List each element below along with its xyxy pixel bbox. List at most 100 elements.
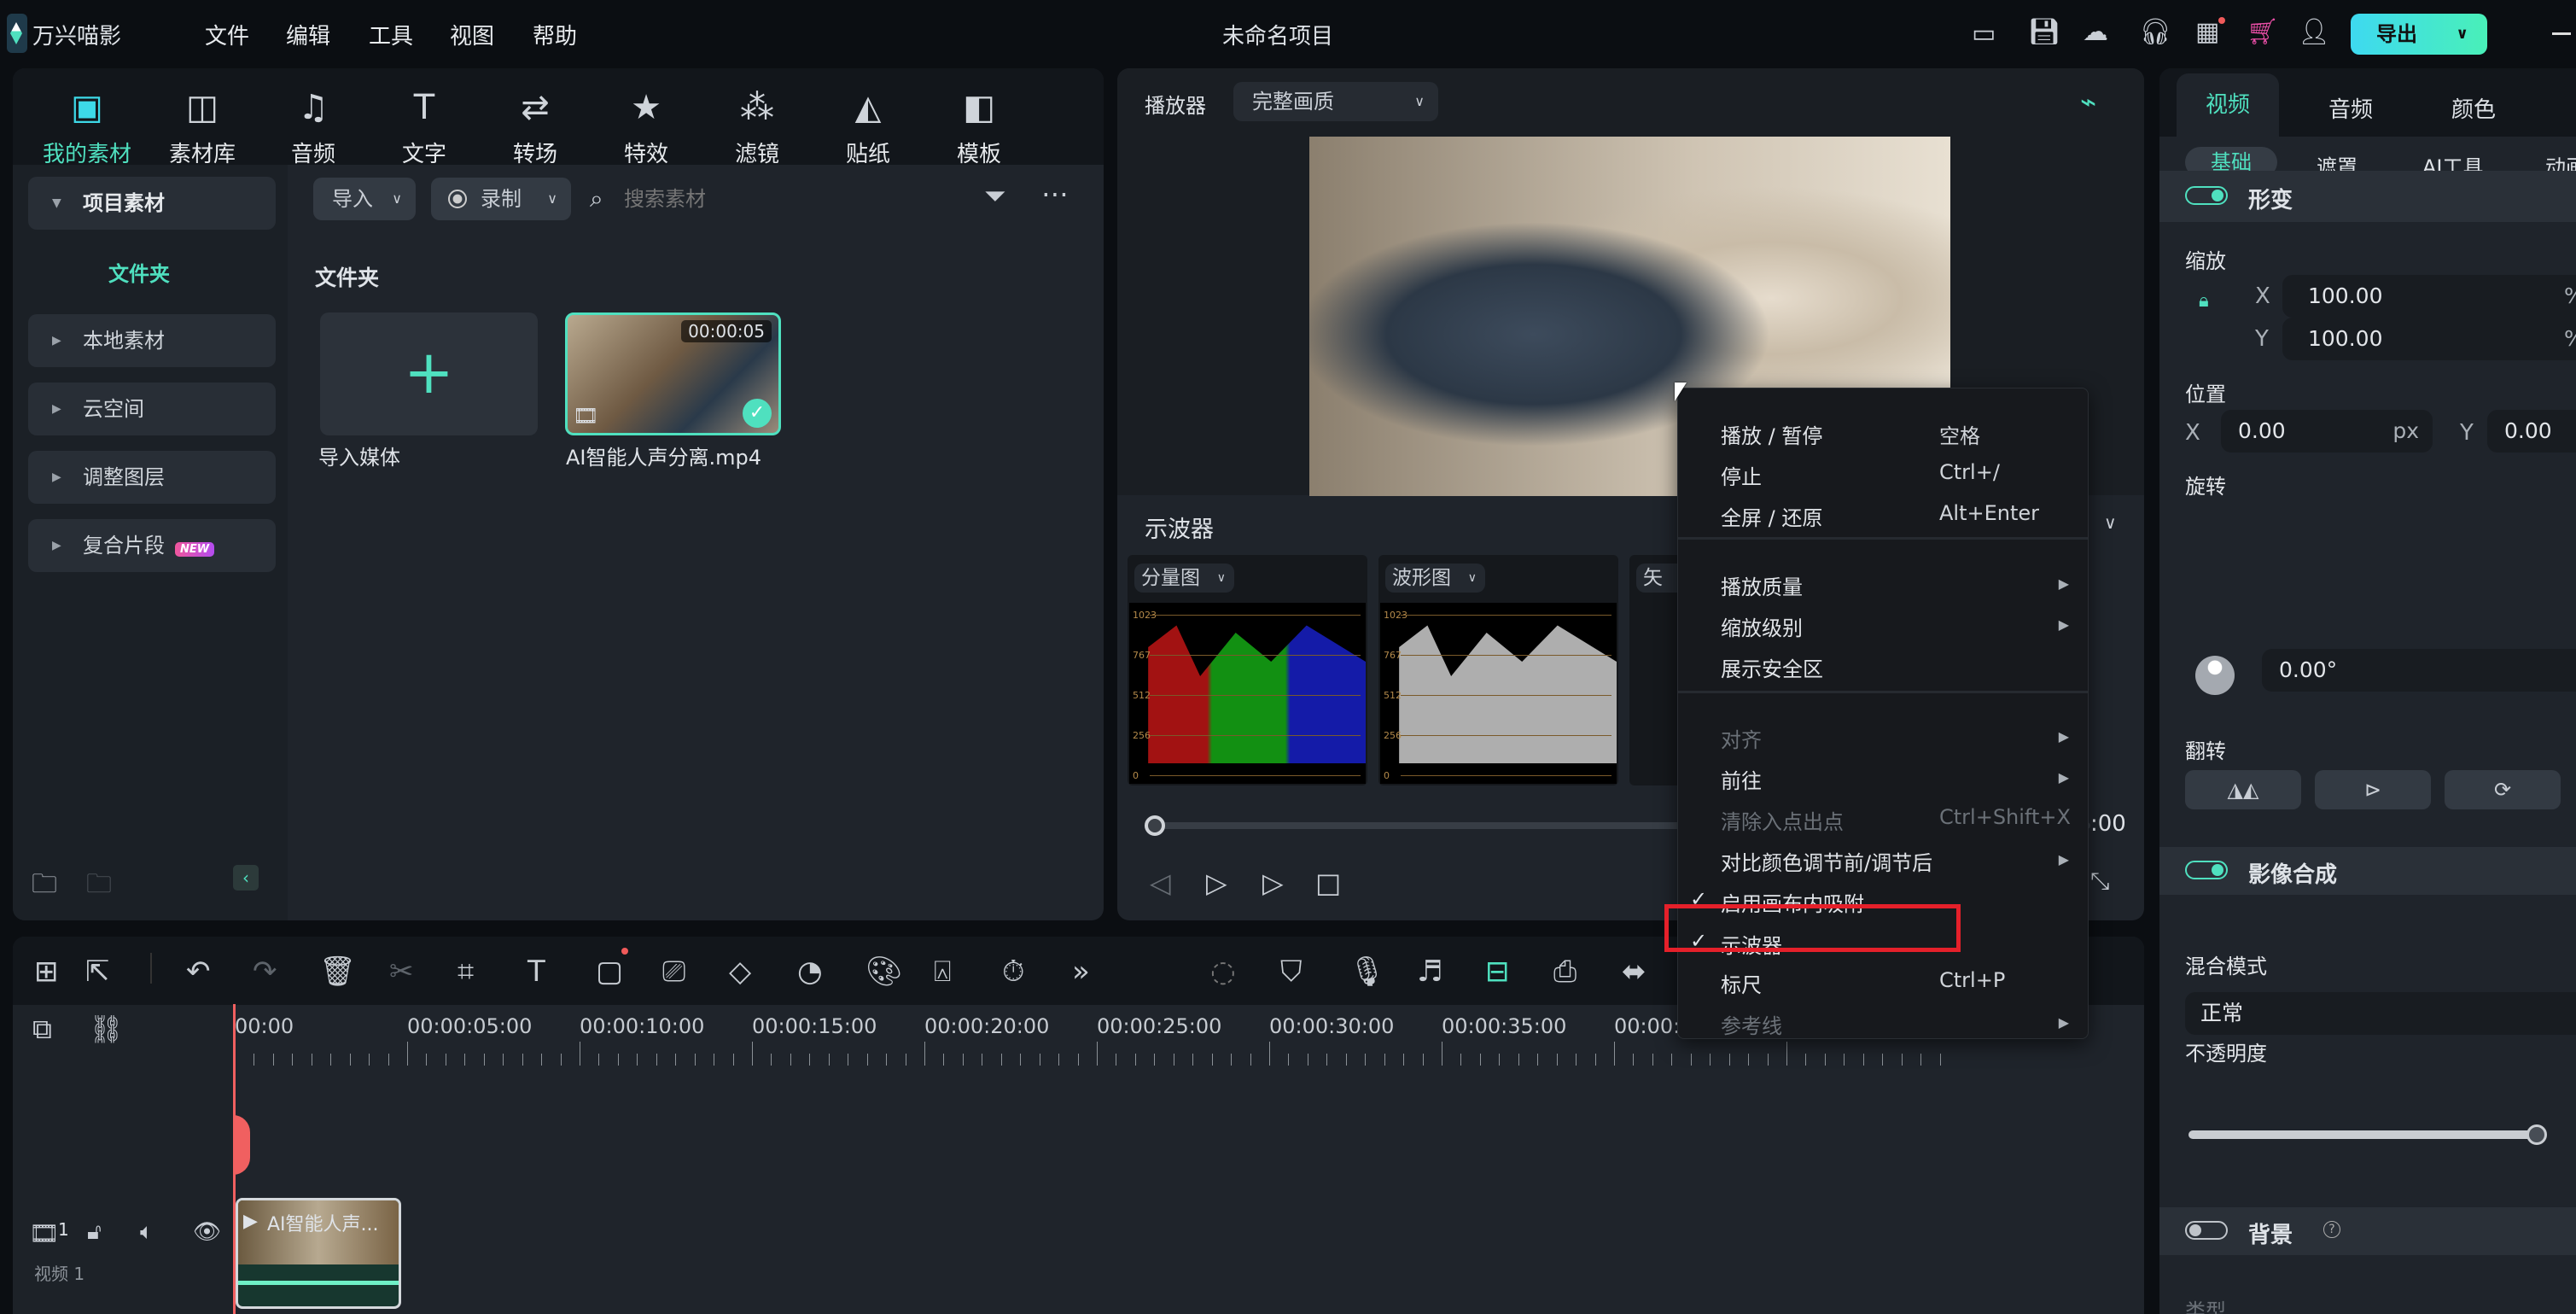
tab-sticker[interactable]: ◭贴纸	[813, 84, 924, 168]
filter-sort-icon[interactable]: ⏷	[984, 179, 1006, 213]
rotate-90-button[interactable]: ⟳	[2445, 770, 2561, 809]
media-clip-tile[interactable]: 00:00:05 🎞︎ ✓	[565, 312, 781, 435]
quality-dropdown[interactable]: 完整画质∨	[1233, 82, 1438, 121]
flip-horizontal-button[interactable]: ◮◭	[2185, 770, 2301, 809]
position-y-input[interactable]: 0.00	[2487, 410, 2576, 453]
scope-toggle-icon[interactable]: ⌁	[2080, 85, 2096, 118]
position-x-input[interactable]: 0.00px	[2221, 410, 2433, 453]
tab-color[interactable]: 颜色	[2451, 92, 2496, 124]
mic-icon[interactable]: 🎙︎	[1349, 955, 1385, 989]
lock-track-icon[interactable]: 🔓︎	[87, 1219, 102, 1246]
help-icon[interactable]: ?	[2323, 1221, 2340, 1238]
sidebar-cloud[interactable]: ▶云空间	[28, 383, 276, 435]
sidebar-project-media[interactable]: ▼项目素材	[28, 177, 276, 230]
delete-icon[interactable]: 🗑︎	[319, 955, 356, 989]
text-tool-icon[interactable]: T	[527, 955, 545, 989]
more-icon[interactable]: ⋯	[1041, 178, 1069, 210]
account-icon[interactable]: 👤︎	[2298, 17, 2330, 47]
blend-mode-select[interactable]: 正常	[2185, 992, 2576, 1035]
color-palette-icon[interactable]: 🎨︎	[865, 955, 902, 989]
context-menu-item[interactable]: 前往▶	[1678, 761, 2088, 798]
playhead-handle[interactable]	[233, 1115, 250, 1175]
music-list-icon[interactable]: ♬	[1417, 955, 1442, 989]
tab-library[interactable]: ◫素材库	[147, 84, 258, 168]
add-track-icon[interactable]: ⧉	[32, 1013, 52, 1046]
context-menu-item[interactable]: 播放质量▶	[1678, 567, 2088, 604]
context-menu-item[interactable]: 全屏 / 还原Alt+Enter	[1678, 498, 2088, 535]
shape-icon[interactable]: ▢	[596, 955, 623, 989]
context-menu-item[interactable]: 缩放级别▶	[1678, 608, 2088, 645]
snap-icon[interactable]: ⊟	[1485, 955, 1510, 989]
context-menu-item[interactable]: 停止Ctrl+/	[1678, 457, 2088, 494]
tab-template[interactable]: ◧模板	[924, 84, 1034, 168]
rotate-input[interactable]: 0.00°	[2262, 649, 2576, 692]
flip-vertical-button[interactable]: ⊳	[2315, 770, 2431, 809]
next-frame-icon[interactable]: ▷	[1206, 867, 1227, 899]
tab-my-media[interactable]: ▣我的素材	[32, 84, 143, 168]
sidebar-adjustment-layer[interactable]: ▶调整图层	[28, 451, 276, 504]
minimize-icon[interactable]	[2552, 32, 2571, 35]
scale-y-input[interactable]: 100.00%	[2282, 318, 2576, 360]
background-toggle[interactable]	[2185, 1221, 2228, 1240]
collapse-sidebar-button[interactable]: ‹	[233, 865, 259, 891]
more-tools-icon[interactable]: »	[1072, 955, 1090, 989]
opacity-slider-handle[interactable]	[2526, 1124, 2547, 1145]
scale-x-input[interactable]: 100.00%	[2282, 275, 2576, 318]
chevron-down-icon[interactable]: ∨	[2456, 14, 2468, 55]
keyframe-icon[interactable]: ◇	[729, 955, 751, 989]
import-dropdown[interactable]: 导入∨	[313, 178, 416, 220]
portrait-icon[interactable]: ⍓	[934, 955, 951, 989]
lock-ratio-icon[interactable]: 🔒︎	[2199, 290, 2209, 312]
prev-frame-icon[interactable]: ◁	[1150, 867, 1171, 899]
menu-file[interactable]: 文件	[205, 19, 249, 50]
slider-handle[interactable]	[1145, 815, 1165, 836]
menu-view[interactable]: 视图	[450, 19, 494, 50]
mute-track-icon[interactable]: 🔈︎	[140, 1219, 154, 1246]
crop-icon[interactable]: ⌗	[458, 955, 474, 989]
undo-icon[interactable]: ↶	[186, 955, 211, 989]
collapse-scopes-icon[interactable]: ∨	[2104, 512, 2117, 533]
compositing-toggle[interactable]	[2185, 861, 2228, 879]
record-dropdown[interactable]: 录制∨	[431, 178, 571, 220]
render-icon[interactable]: ◌	[1210, 955, 1236, 989]
redo-icon[interactable]: ↷	[253, 955, 277, 989]
rotate-dial[interactable]	[2195, 656, 2235, 695]
speech-to-text-icon[interactable]: ⎚	[662, 955, 685, 989]
menu-tools[interactable]: 工具	[369, 19, 413, 50]
fit-icon[interactable]: ⬌	[1622, 955, 1646, 989]
tab-text[interactable]: T文字	[369, 84, 480, 168]
sidebar-folder[interactable]: 文件夹	[108, 257, 170, 287]
cloud-sync-icon[interactable]: ☁	[2083, 17, 2108, 47]
search-input[interactable]	[624, 181, 965, 219]
opacity-slider[interactable]	[2188, 1130, 2537, 1139]
delete-folder-icon[interactable]: 🗀︎	[86, 865, 112, 908]
visibility-icon[interactable]: 👁︎	[193, 1219, 221, 1245]
context-menu-item[interactable]: 标尺Ctrl+P	[1678, 965, 2088, 1002]
new-folder-icon[interactable]: 🗀︎	[32, 865, 57, 908]
transform-toggle[interactable]	[2185, 186, 2228, 205]
tab-audio[interactable]: ♫音频	[258, 84, 369, 168]
import-media-tile[interactable]: +	[320, 312, 538, 435]
preview-render-icon[interactable]: ⎙	[1553, 955, 1576, 989]
menu-help[interactable]: 帮助	[533, 19, 577, 50]
apps-icon[interactable]: ▦	[2195, 17, 2219, 47]
tab-filter[interactable]: ⁂滤镜	[702, 84, 813, 168]
context-menu-item[interactable]: 展示安全区	[1678, 649, 2088, 686]
save-icon[interactable]: 💾︎	[2028, 17, 2060, 47]
scope-type-dropdown[interactable]: 分量图∨	[1134, 564, 1234, 593]
context-menu-item[interactable]: 对比颜色调节前/调节后▶	[1678, 843, 2088, 880]
context-menu-item[interactable]: 对齐▶	[1678, 720, 2088, 757]
layout-grid-icon[interactable]: ⊞	[34, 955, 59, 989]
timeline-clip[interactable]: ▶ AI智能人声...	[236, 1198, 401, 1309]
menu-edit[interactable]: 编辑	[286, 19, 330, 50]
timer-icon[interactable]: ⏱︎	[1002, 955, 1025, 989]
export-button[interactable]: 导出 ∨	[2351, 14, 2487, 55]
scope-type-dropdown[interactable]: 波形图∨	[1385, 564, 1485, 593]
tab-audio-props[interactable]: 音频	[2328, 92, 2373, 124]
context-menu-item[interactable]: 清除入点出点Ctrl+Shift+X	[1678, 802, 2088, 839]
context-menu-item[interactable]: 播放 / 暂停空格	[1678, 416, 2088, 453]
layout-icon[interactable]: ▭	[1972, 19, 1996, 49]
fullscreen-icon[interactable]: ⤡	[2090, 867, 2109, 896]
unlink-icon[interactable]: ⛓	[89, 1013, 124, 1045]
play-icon[interactable]: ▷	[1262, 867, 1284, 899]
